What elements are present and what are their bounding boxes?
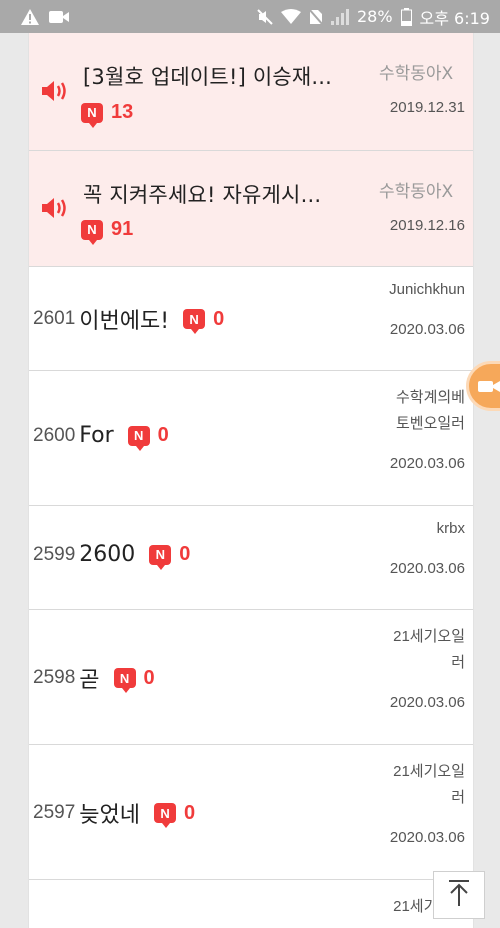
comment-count: 0	[179, 543, 191, 565]
new-badge-icon: N	[149, 544, 172, 570]
svg-text:수학동아X: 수학동아X	[379, 182, 454, 202]
scroll-to-top-button[interactable]	[433, 871, 485, 919]
comment-count: 0	[157, 424, 169, 446]
post-date: 2020.03.06	[389, 560, 465, 577]
speaker-icon	[41, 196, 69, 220]
post-number: 2599	[33, 543, 76, 565]
signal-icon	[330, 8, 349, 25]
post-title: 2600	[79, 542, 136, 567]
post-number: 2597	[33, 802, 76, 823]
list-item[interactable]: 2600 For N 0 수학계의베토벤오일러 2020.03.06	[29, 371, 473, 506]
comment-count: N 13	[81, 101, 133, 128]
wifi-icon	[280, 8, 301, 25]
mute-icon	[257, 8, 273, 25]
svg-text:수학동아X: 수학동아X	[379, 64, 454, 84]
post-author: krbx	[436, 520, 465, 537]
notice-title: [3월호 업데이트!] 이승재...	[83, 65, 333, 89]
list-item[interactable]: 2599 2600 N 0 krbx 2020.03.06	[29, 506, 473, 610]
new-badge-icon: N	[183, 309, 206, 334]
logo: 수학동아X	[379, 175, 465, 205]
post-author: Junichkhun	[389, 281, 465, 298]
comment-count: N 91	[81, 218, 133, 245]
comment-count: 0	[143, 666, 155, 689]
new-badge-icon: N	[81, 219, 103, 245]
battery-icon	[400, 7, 412, 26]
list-item[interactable]: 2601 이번에도! N 0 Junichkhun 2020.03.06	[29, 267, 473, 371]
arrow-up-icon	[447, 879, 471, 911]
warning-icon	[20, 8, 40, 26]
post-title: 곧	[79, 668, 100, 693]
notice-item[interactable]: 꼭 지켜주세요! 자유게시... N 91 수학동아X 2019.12.16	[29, 151, 473, 267]
new-badge-icon: N	[113, 668, 136, 693]
post-number: 2598	[33, 667, 76, 688]
post-date: 2020.03.06	[389, 321, 465, 338]
post-date: 2019.12.16	[389, 217, 465, 234]
post-title: 늦었네	[79, 803, 141, 828]
video-icon	[48, 9, 70, 25]
camera-icon	[477, 377, 500, 399]
status-bar: 28% 오후 6:19	[0, 0, 500, 33]
post-author: 21세기오일러	[393, 763, 465, 806]
new-badge-icon: N	[81, 102, 103, 128]
battery-percent: 28%	[356, 7, 393, 26]
list-item[interactable]: 2597 늦었네 N 0 21세기오일러 2020.03.06	[29, 745, 473, 880]
comment-count: 0	[184, 801, 196, 824]
speaker-icon	[41, 79, 69, 103]
post-number: 2600	[33, 424, 76, 446]
logo: 수학동아X	[379, 57, 465, 87]
list-item[interactable]: 2598 곧 N 0 21세기오일러 2020.03.06	[29, 610, 473, 745]
post-author: 수학계의베토벤오일러	[395, 389, 465, 432]
notice-item[interactable]: [3월호 업데이트!] 이승재... N 13 수학동아X 2019.12.31	[29, 33, 473, 151]
post-date: 2020.03.06	[389, 694, 465, 711]
post-date: 2020.03.06	[389, 455, 465, 472]
post-date: 2020.03.06	[389, 829, 465, 846]
post-title: 이번에도!	[79, 309, 170, 334]
list-item[interactable]: 21세기오일	[29, 880, 473, 928]
post-number: 2601	[33, 308, 76, 329]
new-badge-icon: N	[127, 425, 150, 451]
clock: 오후 6:19	[419, 8, 490, 28]
no-sim-icon	[308, 8, 323, 25]
comment-count: 0	[213, 307, 225, 330]
post-title: For	[79, 423, 114, 448]
new-badge-icon: N	[154, 803, 177, 828]
board-list: [3월호 업데이트!] 이승재... N 13 수학동아X 2019.12.31 …	[28, 33, 474, 928]
post-author: 21세기오일러	[393, 628, 465, 671]
post-date: 2019.12.31	[389, 99, 465, 116]
notice-title: 꼭 지켜주세요! 자유게시...	[83, 183, 322, 207]
